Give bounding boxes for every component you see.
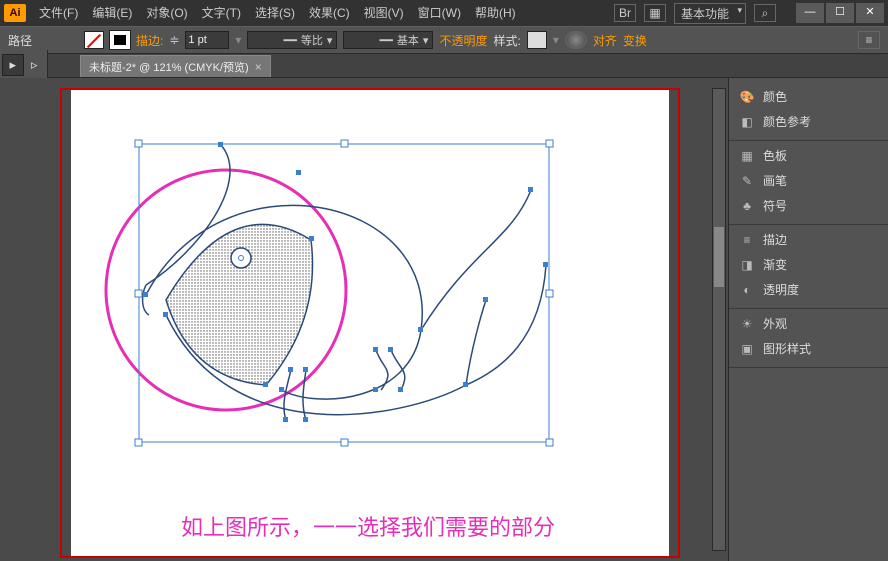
brush-icon: ✎ [739,173,755,189]
align-link[interactable]: 对齐 [593,32,617,49]
search-icon[interactable]: ⌕ [754,4,776,22]
vertical-scrollbar[interactable] [712,88,726,551]
fill-swatch[interactable] [84,31,104,49]
stroke-weight-input[interactable] [185,31,229,49]
graphic-styles-icon: ▣ [739,341,755,357]
palette-icon: 🎨 [739,89,755,105]
menu-help[interactable]: 帮助(H) [468,0,523,26]
panel-menu-icon[interactable]: ≡ [858,31,880,49]
appearance-icon: ☀ [739,316,755,332]
panel-color-guide[interactable]: ◧颜色参考 [729,109,888,134]
selection-tool[interactable]: ▸ [2,54,24,76]
panel-transparency[interactable]: ◐透明度 [729,277,888,302]
color-guide-icon: ◧ [739,114,755,130]
panel-symbols[interactable]: ♣符号 [729,193,888,218]
menu-select[interactable]: 选择(S) [248,0,302,26]
brush-dropdown[interactable]: ━━基本▾ [343,31,433,49]
style-swatch[interactable] [527,31,547,49]
menu-file[interactable]: 文件(F) [32,0,85,26]
gradient-icon: ◨ [739,257,755,273]
instruction-text: 如上图所示，一一选择我们需要的部分 [181,510,555,542]
app-logo: Ai [4,4,26,22]
symbols-icon: ♣ [739,198,755,214]
profile-dropdown[interactable]: ━━等比▾ [247,31,337,49]
bridge-icon[interactable]: Br [614,4,636,22]
close-tab-icon[interactable]: × [255,60,262,74]
panel-color[interactable]: 🎨颜色 [729,84,888,109]
maximize-button[interactable]: ☐ [826,3,854,23]
workspace-switcher[interactable]: 基本功能 [674,3,746,24]
swatches-icon: ▦ [739,148,755,164]
document-tab[interactable]: 未标题-2* @ 121% (CMYK/预览) × [80,55,271,77]
transform-link[interactable]: 变换 [623,32,647,49]
panel-gradient[interactable]: ◨渐变 [729,252,888,277]
artboard[interactable]: 如上图所示，一一选择我们需要的部分 [71,90,669,556]
style-label: 样式: [493,32,520,49]
direct-selection-tool[interactable]: ▹ [24,54,46,76]
recolor-icon[interactable] [565,31,587,49]
menu-edit[interactable]: 编辑(E) [85,0,139,26]
menu-object[interactable]: 对象(O) [139,0,194,26]
panel-graphic-styles[interactable]: ▣图形样式 [729,336,888,361]
stroke-icon: ≡ [739,232,755,248]
panel-swatches[interactable]: ▦色板 [729,143,888,168]
main-menu: 文件(F) 编辑(E) 对象(O) 文字(T) 选择(S) 效果(C) 视图(V… [32,0,614,26]
transparency-icon: ◐ [739,282,755,298]
menu-type[interactable]: 文字(T) [195,0,248,26]
opacity-link[interactable]: 不透明度 [439,32,487,49]
panel-appearance[interactable]: ☀外观 [729,311,888,336]
panel-stroke[interactable]: ≡描边 [729,227,888,252]
arrange-icon[interactable]: ▦ [644,4,666,22]
right-panels: 🎨颜色 ◧颜色参考 ▦色板 ✎画笔 ♣符号 ≡描边 ◨渐变 ◐透明度 ☀外观 ▣… [728,78,888,561]
selection-type-label: 路径 [8,32,32,49]
stroke-link[interactable]: 描边: [136,32,163,49]
menu-view[interactable]: 视图(V) [357,0,411,26]
close-button[interactable]: ✕ [856,3,884,23]
menu-effect[interactable]: 效果(C) [302,0,357,26]
artwork [71,90,669,556]
panel-brushes[interactable]: ✎画笔 [729,168,888,193]
document-tab-label: 未标题-2* @ 121% (CMYK/预览) [89,59,249,75]
stroke-swatch[interactable] [110,31,130,49]
scroll-thumb[interactable] [714,227,724,287]
minimize-button[interactable]: — [796,3,824,23]
menu-window[interactable]: 窗口(W) [411,0,468,26]
